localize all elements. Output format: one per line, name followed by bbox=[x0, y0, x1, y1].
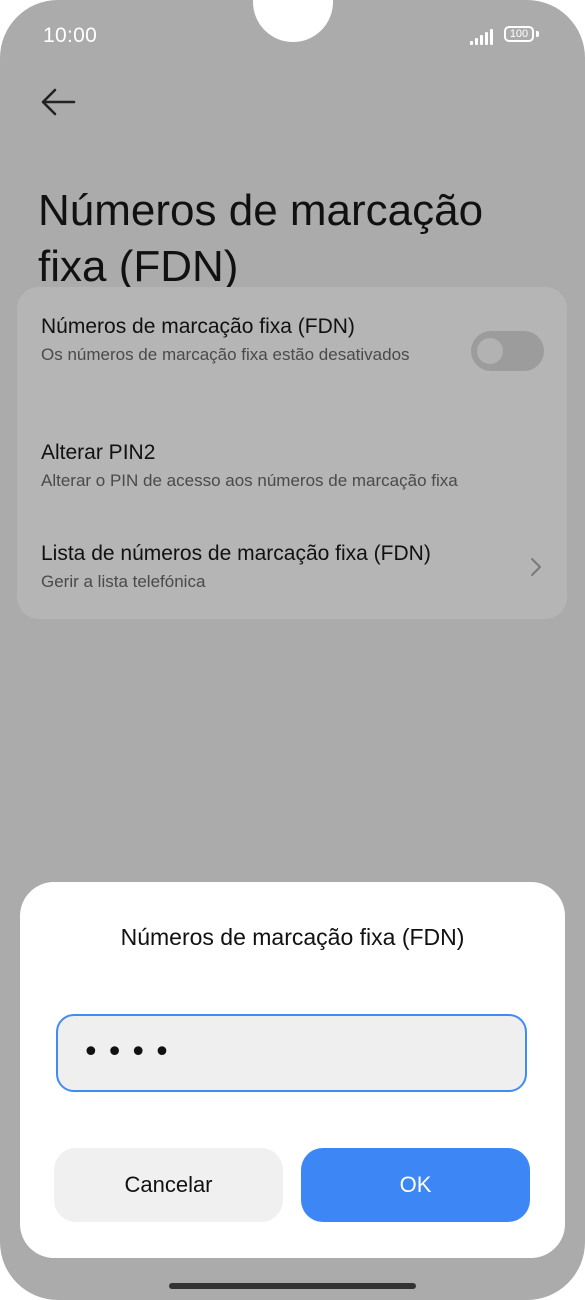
settings-card: Números de marcação fixa (FDN) Os número… bbox=[17, 287, 567, 619]
dialog-title: Números de marcação fixa (FDN) bbox=[120, 924, 465, 950]
home-indicator[interactable] bbox=[169, 1283, 416, 1289]
toggle-knob bbox=[477, 338, 503, 364]
battery-tip bbox=[536, 31, 539, 37]
phone-screen: 10:00 100 Números de marcação fixa (FDN)… bbox=[0, 0, 585, 1300]
page-title: Números de marcação fixa (FDN) bbox=[38, 186, 484, 292]
status-time: 10:00 bbox=[43, 24, 98, 47]
battery-icon: 100 bbox=[504, 26, 534, 42]
pin-dialog: Números de marcação fixa (FDN) •••• Canc… bbox=[20, 882, 565, 1258]
setting-title: Alterar PIN2 bbox=[41, 441, 156, 464]
chevron-right-icon bbox=[531, 558, 541, 576]
setting-subtitle: Gerir a lista telefónica bbox=[41, 572, 206, 591]
setting-subtitle: Alterar o PIN de acesso aos números de m… bbox=[41, 471, 458, 490]
pin2-input[interactable]: •••• bbox=[56, 1014, 527, 1092]
fdn-toggle-switch[interactable] bbox=[471, 331, 544, 371]
setting-title: Lista de números de marcação fixa (FDN) bbox=[41, 542, 431, 565]
setting-title: Números de marcação fixa (FDN) bbox=[41, 315, 355, 338]
arrow-left-icon bbox=[41, 88, 76, 116]
setting-fdn-list[interactable]: Lista de números de marcação fixa (FDN) … bbox=[41, 540, 551, 593]
setting-change-pin2[interactable]: Alterar PIN2 Alterar o PIN de acesso aos… bbox=[41, 439, 551, 492]
setting-subtitle: Os números de marcação fixa estão desati… bbox=[41, 345, 410, 364]
back-button[interactable] bbox=[38, 84, 80, 120]
signal-icon bbox=[470, 29, 497, 45]
ok-button[interactable]: OK bbox=[301, 1148, 530, 1222]
cancel-button[interactable]: Cancelar bbox=[54, 1148, 283, 1222]
